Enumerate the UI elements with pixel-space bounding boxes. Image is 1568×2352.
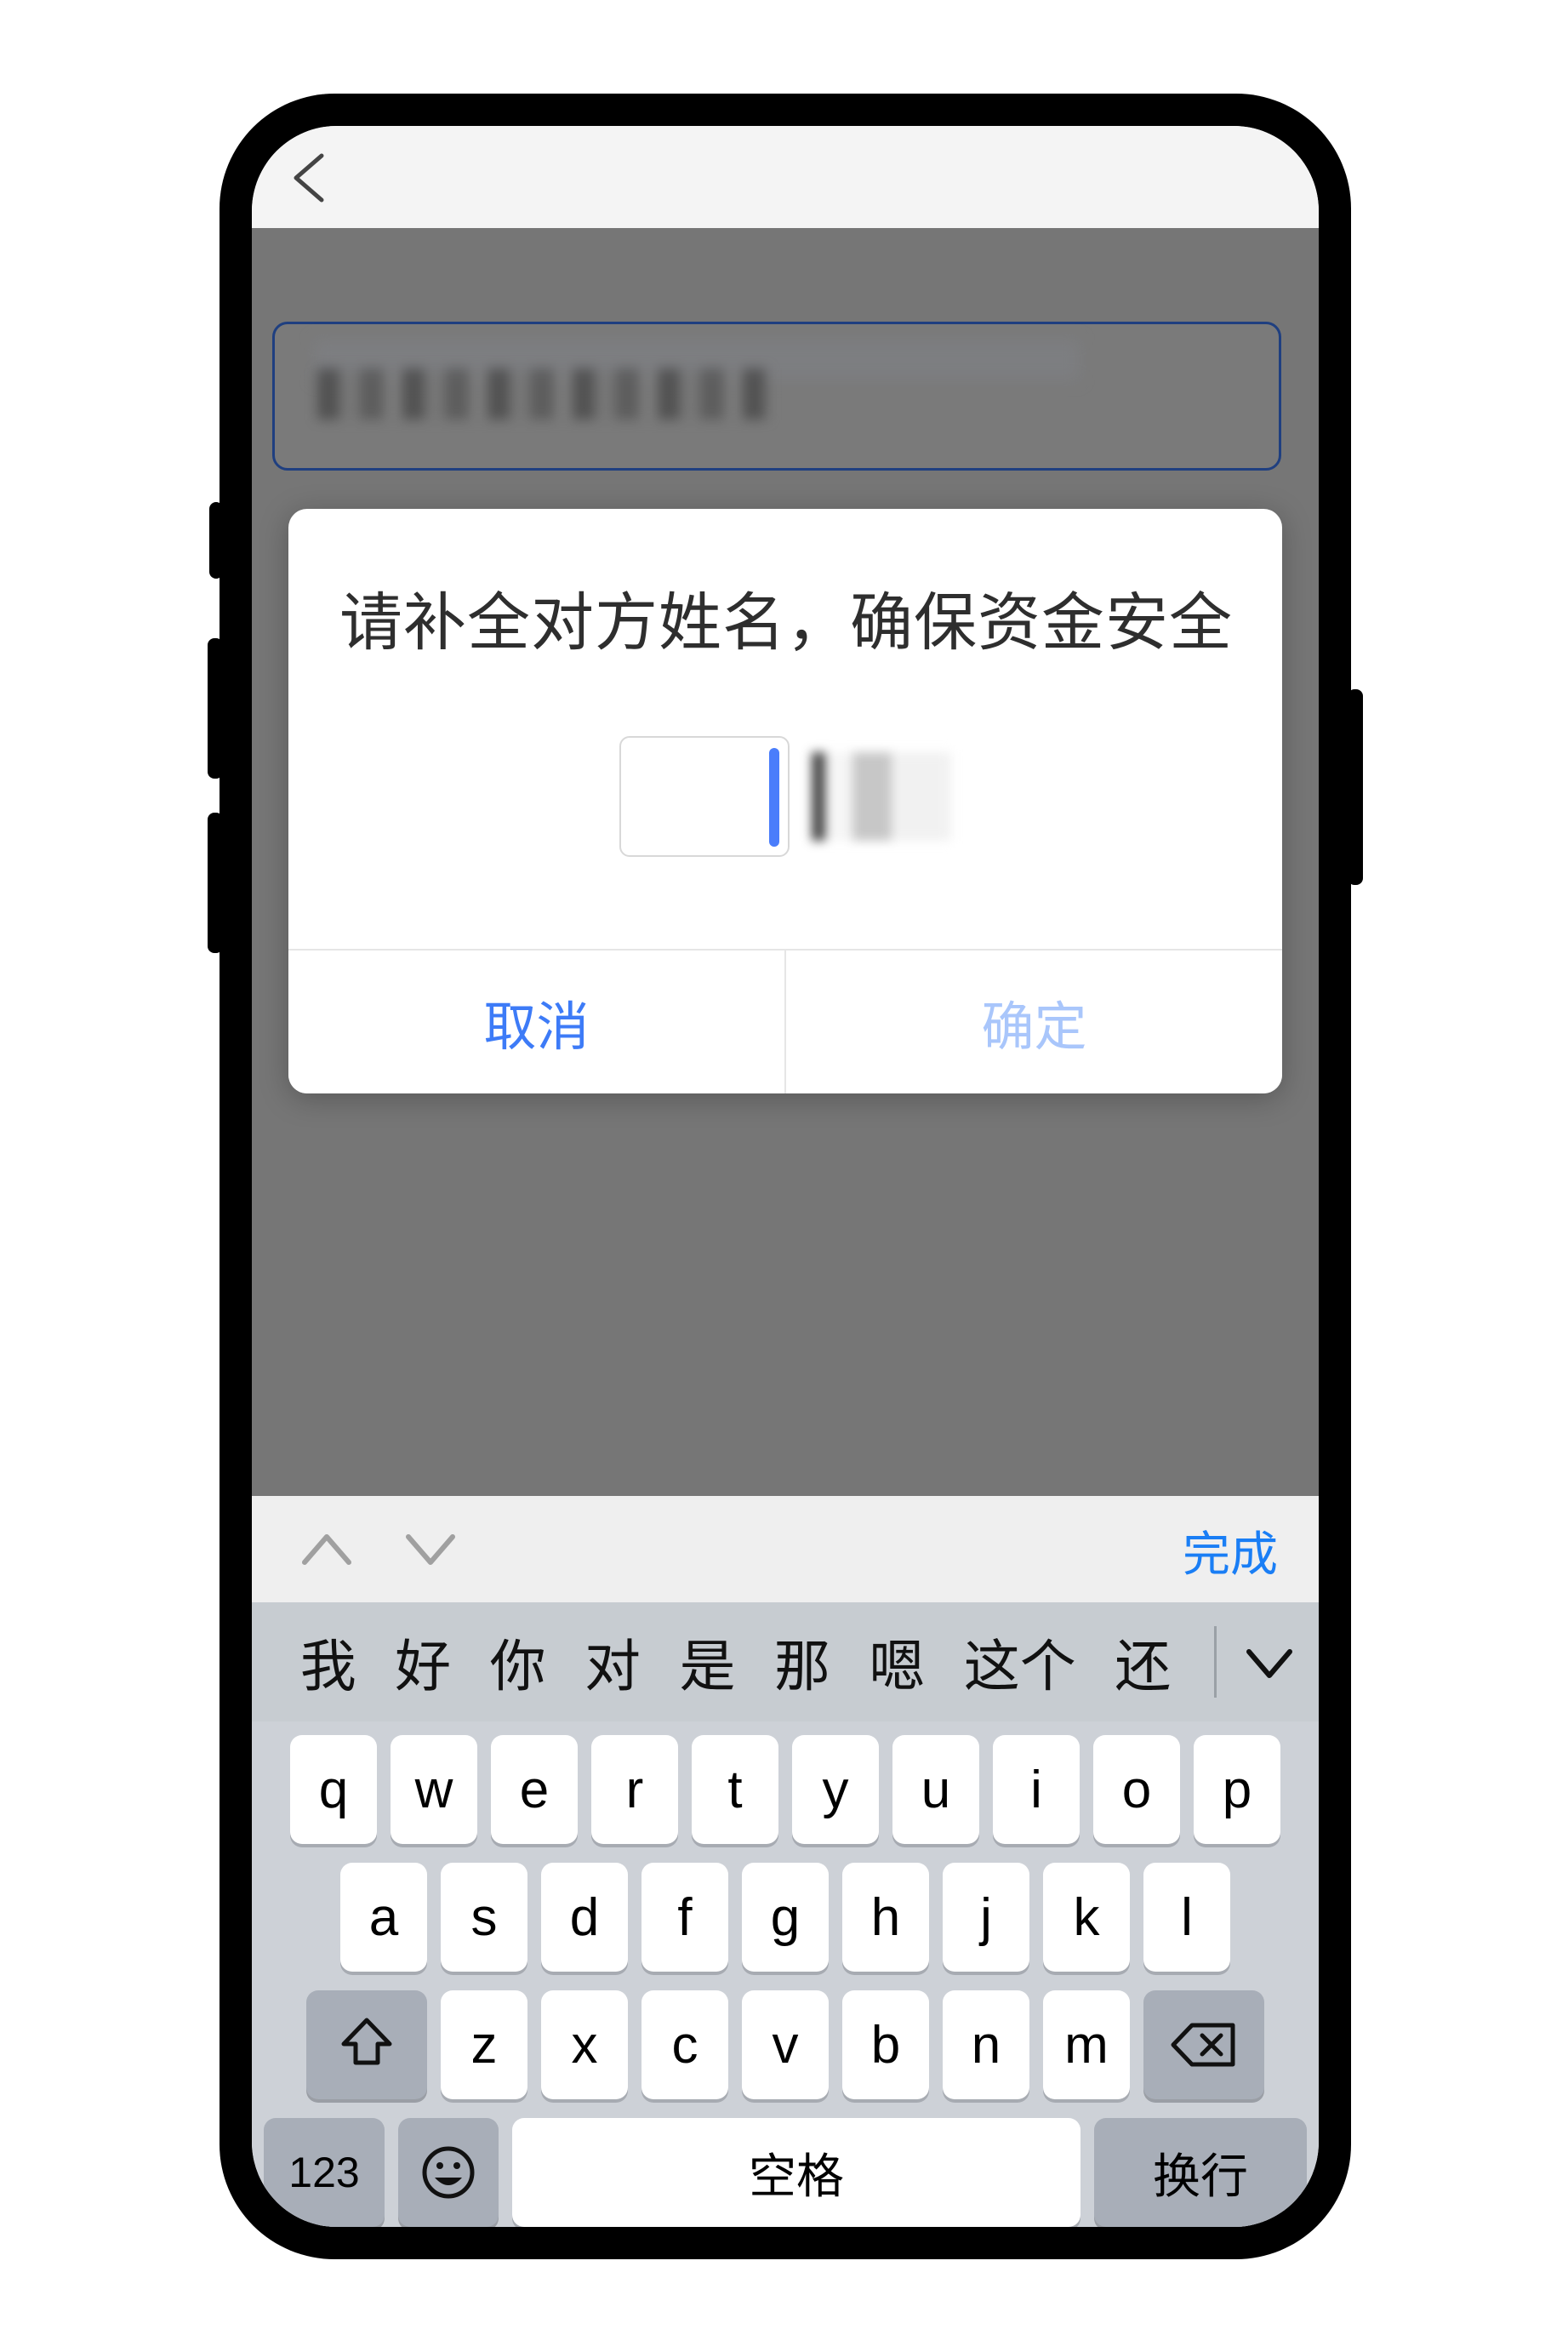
recipient-input-field[interactable] [272,322,1281,471]
cancel-button[interactable]: 取消 [288,950,784,1093]
space-key[interactable]: 空格 [512,2118,1080,2227]
key-y[interactable]: y [792,1735,879,1844]
previous-field-button[interactable] [293,1523,361,1576]
key-q[interactable]: q [290,1735,377,1844]
emoji-key[interactable] [398,2118,499,2227]
key-b[interactable]: b [842,1990,929,2099]
candidate-item[interactable]: 这个 [964,1621,1076,1703]
masked-given-name [796,751,951,841]
candidate-item[interactable]: 对 [584,1621,641,1703]
key-o[interactable]: o [1093,1735,1180,1844]
keyboard-toolbar: 完成 [252,1496,1319,1604]
volume-down-button[interactable] [208,813,223,953]
chevron-down-icon [1246,1649,1292,1678]
candidate-item[interactable]: 是 [679,1621,735,1703]
backspace-icon [1171,2023,1235,2067]
shift-key[interactable] [306,1990,427,2099]
dialog-input-row [288,663,1282,949]
dialog-button-bar: 取消 确定 [288,948,1282,1093]
confirm-button[interactable]: 确定 [784,950,1282,1093]
phone-frame: 请补全对方姓名，确保资金安全 取消 确定 完成 我 好 你 对 是 那 嗯 这个… [208,94,1363,2259]
key-w[interactable]: w [391,1735,477,1844]
chevron-up-icon [302,1534,351,1565]
numbers-key[interactable]: 123 [264,2118,385,2227]
candidate-bar: 我 好 你 对 是 那 嗯 这个 还 [252,1602,1319,1721]
key-e[interactable]: e [491,1735,578,1844]
return-key[interactable]: 换行 [1094,2118,1307,2227]
candidate-item[interactable]: 那 [774,1621,830,1703]
mute-switch[interactable] [209,502,223,579]
expand-candidates-button[interactable] [1220,1638,1319,1686]
keyboard-row-1: q w e r t y u i o p [252,1735,1319,1844]
blurred-recipient-value [317,368,768,420]
text-caret [769,747,779,847]
key-h[interactable]: h [842,1863,929,1972]
candidate-list: 我 好 你 对 是 那 嗯 这个 还 [252,1621,1214,1703]
key-c[interactable]: c [641,1990,728,2099]
candidate-item[interactable]: 你 [490,1621,546,1703]
back-button[interactable] [282,147,342,208]
key-x[interactable]: x [541,1990,628,2099]
shift-arrow-icon [341,2018,392,2065]
keyboard-done-button[interactable]: 完成 [1183,1516,1278,1585]
key-v[interactable]: v [742,1990,829,2099]
key-k[interactable]: k [1043,1863,1130,1972]
key-z[interactable]: z [441,1990,527,2099]
candidate-item[interactable]: 我 [300,1621,356,1703]
key-r[interactable]: r [591,1735,678,1844]
chevron-down-icon [406,1534,455,1565]
candidate-divider [1214,1626,1217,1698]
keyboard-row-4: 123 空格 换行 [252,2118,1319,2227]
phone-screen: 请补全对方姓名，确保资金安全 取消 确定 完成 我 好 你 对 是 那 嗯 这个… [252,126,1319,2227]
key-j[interactable]: j [943,1863,1029,1972]
key-g[interactable]: g [742,1863,829,1972]
key-n[interactable]: n [943,1990,1029,2099]
candidate-item[interactable]: 好 [395,1621,451,1703]
key-a[interactable]: a [340,1863,427,1972]
key-m[interactable]: m [1043,1990,1130,2099]
key-f[interactable]: f [641,1863,728,1972]
candidate-item[interactable]: 嗯 [869,1621,925,1703]
key-i[interactable]: i [993,1735,1080,1844]
surname-input[interactable] [619,735,790,857]
dialog-title: 请补全对方姓名，确保资金安全 [339,587,1233,658]
key-p[interactable]: p [1194,1735,1280,1844]
next-field-button[interactable] [396,1523,465,1576]
navigation-bar [252,126,1319,228]
key-d[interactable]: d [541,1863,628,1972]
chevron-left-icon [294,153,324,203]
keyboard-row-3: z x c v b n m [252,1990,1319,2099]
keyboard-row-2: a s d f g h j k l [252,1863,1319,1972]
key-s[interactable]: s [441,1863,527,1972]
smiley-face-icon [422,2146,475,2199]
backspace-key[interactable] [1143,1990,1264,2099]
key-l[interactable]: l [1143,1863,1230,1972]
key-u[interactable]: u [892,1735,979,1844]
volume-up-button[interactable] [208,638,223,779]
power-button[interactable] [1348,689,1363,885]
virtual-keyboard: q w e r t y u i o p a s d f g h j k l z … [252,1721,1319,2227]
candidate-item[interactable]: 还 [1115,1621,1171,1703]
name-confirmation-dialog: 请补全对方姓名，确保资金安全 取消 确定 [288,509,1282,1093]
key-t[interactable]: t [692,1735,778,1844]
